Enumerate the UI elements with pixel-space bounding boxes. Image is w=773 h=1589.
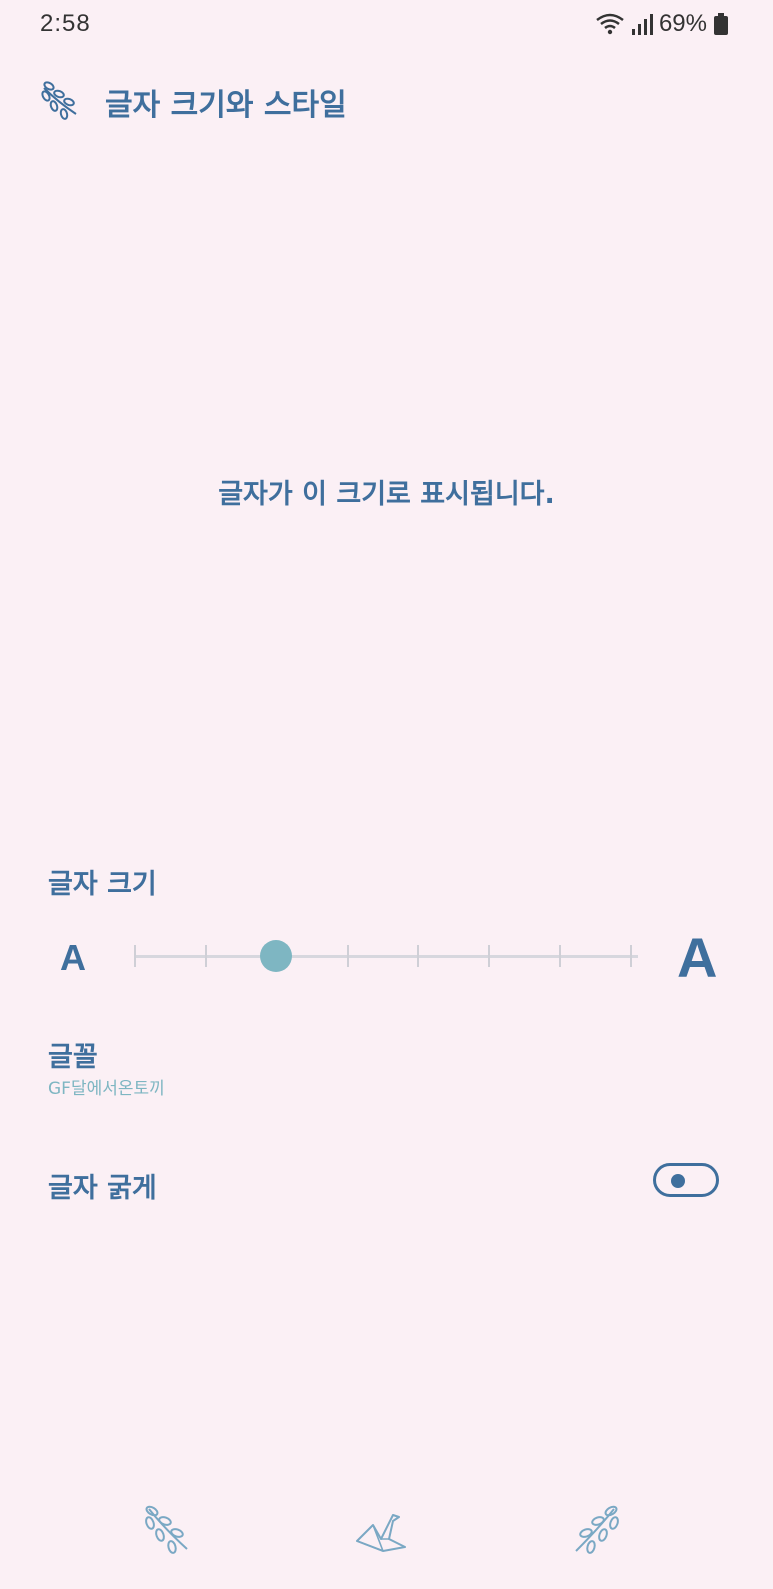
status-time: 2:58	[40, 10, 91, 37]
slider-tick	[417, 945, 420, 967]
font-value: GF달에서온토끼	[48, 1079, 165, 1099]
slider-tick	[346, 945, 349, 967]
leaf-icon[interactable]	[40, 80, 80, 124]
slider-tick	[630, 945, 632, 967]
toggle-knob	[671, 1174, 685, 1188]
bottom-nav	[0, 1505, 773, 1589]
slider-tick	[559, 945, 562, 967]
leaf-icon[interactable]	[572, 1505, 620, 1559]
bold-label: 글자 굵게	[48, 1173, 157, 1204]
large-size-indicator: A	[677, 926, 718, 989]
small-size-indicator: A	[60, 937, 86, 978]
slider-thumb[interactable]	[259, 940, 292, 972]
origami-bird-icon[interactable]	[355, 1509, 409, 1559]
signal-icon	[631, 12, 653, 36]
preview-text: 글자가 이 크기로 표시됩니다.	[218, 479, 555, 510]
battery-icon	[713, 12, 729, 36]
font-setting[interactable]: 글꼴 GF달에서온토끼	[48, 1040, 648, 1120]
battery-percent: 69%	[658, 10, 707, 37]
page-title: 글자 크기와 스타일	[105, 88, 347, 123]
header: 글자 크기와 스타일	[0, 60, 773, 140]
leaf-icon[interactable]	[143, 1505, 191, 1559]
wifi-icon	[595, 12, 625, 36]
slider-track[interactable]	[134, 955, 638, 958]
bold-setting[interactable]: 글자 굵게	[0, 1160, 773, 1220]
screen: 2:58 69% 글자 크기와 스타일 글자가 이 크기로 표시됩니다. 글자 …	[0, 0, 773, 1589]
font-size-label: 글자 크기	[48, 869, 157, 900]
bold-toggle[interactable]	[653, 1163, 719, 1197]
font-size-slider[interactable]: A A	[0, 915, 773, 995]
slider-tick	[488, 945, 491, 967]
status-icons: 69%	[595, 10, 729, 38]
font-label: 글꼴	[48, 1042, 98, 1073]
slider-tick	[204, 945, 207, 967]
slider-tick	[134, 945, 136, 967]
status-bar: 2:58 69%	[0, 0, 773, 48]
